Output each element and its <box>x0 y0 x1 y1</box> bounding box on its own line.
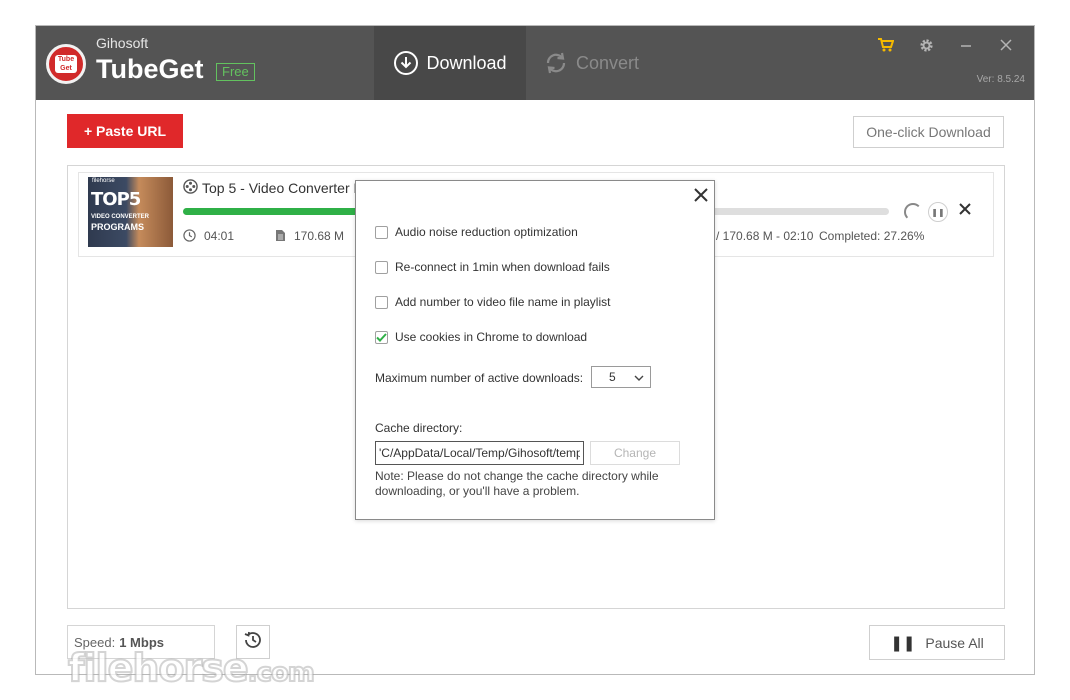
video-thumbnail: filehorse TOP5 VIDEO CONVERTER PROGRAMS <box>88 177 173 247</box>
thumbnail-small-text: filehorse <box>92 178 115 184</box>
download-progress-text: / 170.68 M - 02:10 <box>716 229 814 243</box>
window-controls <box>866 34 1026 56</box>
checkbox[interactable] <box>375 260 388 274</box>
checkmark-icon <box>376 332 387 342</box>
watermark-suffix: .com <box>247 657 316 689</box>
download-circle-icon <box>393 50 419 76</box>
dialog-close-button[interactable] <box>694 182 708 208</box>
logo-text: Tube Get <box>55 55 77 73</box>
paste-url-button[interactable]: + Paste URL <box>67 114 183 148</box>
thumbnail-big-text: TOP5 <box>91 189 141 210</box>
thumbnail-line-2: PROGRAMS <box>91 222 145 232</box>
logo-text-line-2: Get <box>60 65 72 72</box>
option-label: Use cookies in Chrome to download <box>395 330 588 344</box>
video-duration: 04:01 <box>204 229 235 243</box>
pause-all-button[interactable]: ❚❚ Pause All <box>869 625 1005 660</box>
app-logo: Tube Get <box>46 44 86 84</box>
free-badge: Free <box>216 63 255 81</box>
tab-convert[interactable]: Convert <box>526 26 656 100</box>
cache-note: Note: Please do not change the cache dir… <box>375 469 659 498</box>
film-reel-icon <box>183 179 198 197</box>
close-icon[interactable] <box>986 34 1026 56</box>
company-name: Gihosoft <box>96 35 149 51</box>
watermark-main: filehorse <box>67 645 250 691</box>
checkbox-checked[interactable] <box>375 330 388 344</box>
cache-directory-label: Cache directory: <box>375 421 463 435</box>
option-audio-noise[interactable]: Audio noise reduction optimization <box>375 225 578 239</box>
pause-all-label: Pause All <box>925 634 984 651</box>
version-label: Ver: 8.5.24 <box>976 74 1025 85</box>
tab-convert-label: Convert <box>575 52 640 73</box>
cart-icon[interactable] <box>866 34 906 56</box>
remove-item-button[interactable] <box>958 199 972 222</box>
pause-item-button[interactable]: ❚❚ <box>928 202 948 222</box>
one-click-download-button[interactable]: One-click Download <box>853 116 1004 148</box>
change-directory-button[interactable]: Change <box>590 441 680 465</box>
video-title: Top 5 - Video Converter P <box>202 180 363 196</box>
option-label: Re-connect in 1min when download fails <box>395 260 610 274</box>
thumbnail-line-1: VIDEO CONVERTER <box>91 214 150 220</box>
option-label: Add number to video file name in playlis… <box>395 295 611 309</box>
settings-dialog: Audio noise reduction optimization Re-co… <box>355 180 715 520</box>
cache-directory-input[interactable] <box>375 441 584 465</box>
minimize-icon[interactable] <box>946 34 986 56</box>
title-bar: Tube Get Gihosoft TubeGet Free Download <box>36 26 1034 100</box>
option-label: Audio noise reduction optimization <box>395 225 578 239</box>
logo-text-line-1: Tube <box>57 56 75 63</box>
loading-spinner-icon <box>904 203 922 221</box>
option-add-number[interactable]: Add number to video file name in playlis… <box>375 295 610 309</box>
checkbox[interactable] <box>375 295 388 309</box>
pause-all-icon: ❚❚ <box>890 634 916 652</box>
app-name: TubeGet <box>96 54 204 84</box>
convert-icon <box>543 50 569 76</box>
option-use-cookies[interactable]: Use cookies in Chrome to download <box>375 330 587 344</box>
tab-download-label: Download <box>426 52 507 73</box>
pause-icon: ❚❚ <box>931 207 945 217</box>
chevron-down-icon <box>634 369 644 386</box>
max-downloads-select[interactable]: 5 <box>591 366 651 388</box>
file-size: 170.68 M <box>294 229 345 243</box>
watermark: filehorse.com <box>67 645 316 691</box>
file-icon <box>275 229 286 245</box>
max-downloads-label: Maximum number of active downloads: <box>375 371 584 385</box>
completed-percent: Completed: 27.26% <box>819 229 925 243</box>
option-reconnect[interactable]: Re-connect in 1min when download fails <box>375 260 610 274</box>
checkbox[interactable] <box>375 225 388 239</box>
progress-fill <box>183 208 376 215</box>
max-downloads-value: 5 <box>609 370 616 384</box>
gear-icon[interactable] <box>906 34 946 56</box>
clock-icon <box>183 229 196 245</box>
tab-download[interactable]: Download <box>374 26 526 100</box>
